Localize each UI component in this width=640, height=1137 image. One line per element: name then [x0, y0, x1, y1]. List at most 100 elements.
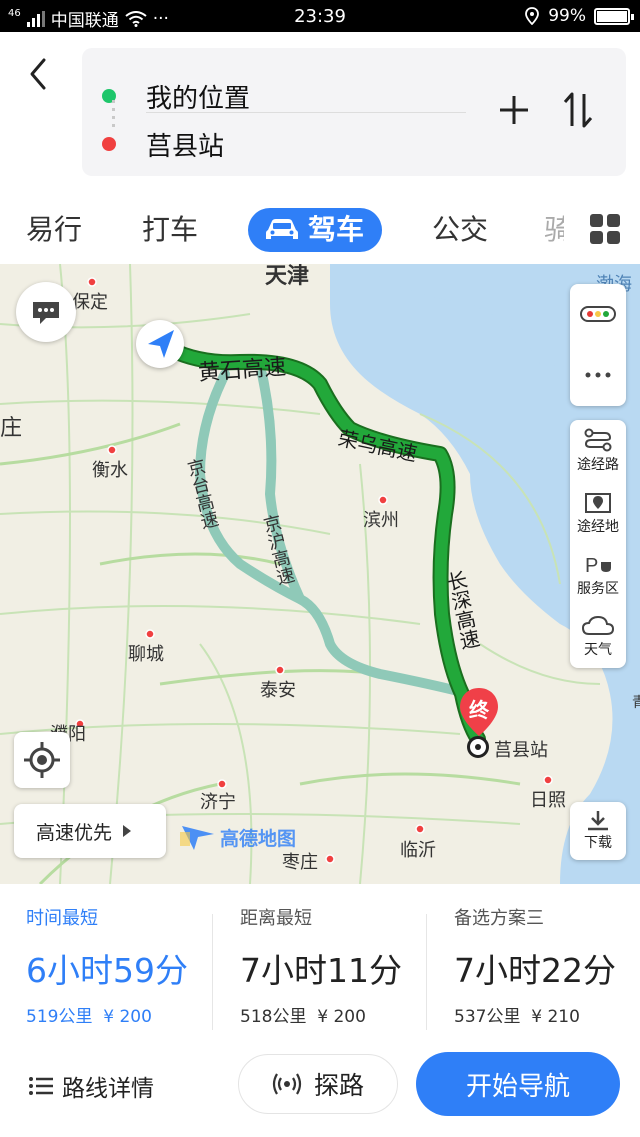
traffic-toggle[interactable]	[570, 284, 626, 344]
map-view[interactable]: 天津 保定 衡水 滨州 聊城 泰安 濮阳 济宁 日照 临沂 枣庄 渤海 庄 青 …	[0, 264, 640, 884]
locate-target-icon	[24, 742, 60, 778]
option-divider	[212, 914, 213, 1030]
battery-icon	[594, 7, 634, 25]
chat-bubble-icon	[33, 302, 59, 324]
route-option-title: 备选方案三	[454, 908, 544, 929]
more-options-button[interactable]	[570, 344, 626, 406]
feedback-button[interactable]	[16, 282, 76, 342]
route-input-box: 我的位置 莒县站	[82, 48, 626, 176]
back-arrow-icon[interactable]	[20, 54, 60, 94]
city-label-rizhao: 日照	[530, 790, 566, 811]
tool-via-place[interactable]: 途经地	[570, 482, 626, 544]
traffic-card	[570, 284, 626, 406]
download-icon	[588, 811, 608, 831]
svg-text:P: P	[585, 555, 598, 576]
city-label-qing: 青	[632, 695, 640, 711]
destination-point	[467, 736, 489, 758]
city-label-liaocheng: 聊城	[128, 644, 164, 665]
swap-icon[interactable]	[558, 88, 598, 132]
route-via-icon	[584, 428, 612, 452]
route-option-distance: 519公里	[26, 1007, 93, 1027]
start-point-label: 我的位置	[146, 83, 251, 114]
alternative-routes	[195, 369, 467, 697]
map-pin-icon	[585, 493, 611, 513]
tool-service-area-label: 服务区	[577, 581, 619, 597]
start-navigation-button[interactable]: 开始导航	[416, 1052, 620, 1116]
current-location-marker	[136, 320, 184, 368]
city-label-baoding: 保定	[72, 292, 108, 313]
tool-via-place-label: 途经地	[577, 519, 619, 535]
route-option-distance: 537公里	[454, 1007, 521, 1027]
cloud-icon	[581, 615, 615, 635]
battery-percent: 99%	[548, 6, 586, 26]
tool-service-area[interactable]: P 服务区	[570, 544, 626, 606]
route-option-cost: ¥ 200	[317, 1007, 366, 1027]
tab-cycling[interactable]: 骑	[544, 208, 564, 252]
option-divider	[426, 914, 427, 1030]
end-dot-icon	[102, 137, 116, 151]
route-option-cost: ¥ 200	[103, 1007, 152, 1027]
tab-bus[interactable]: 公交	[432, 208, 488, 252]
tool-via-road-label: 途经路	[577, 457, 619, 473]
tab-taxi[interactable]: 打车	[142, 208, 198, 252]
city-label-taian: 泰安	[260, 680, 296, 701]
radar-icon	[272, 1073, 302, 1095]
route-option-title: 时间最短	[26, 908, 98, 929]
route-option-time: 7小时22分	[454, 951, 616, 990]
highway-priority-button[interactable]: 高速优先	[14, 804, 166, 858]
destination-label: 莒县站	[494, 740, 548, 761]
city-label-linyi: 临沂	[400, 840, 436, 861]
navigation-arrow-icon	[148, 330, 174, 358]
bottom-action-bar: 路线详情 探路 开始导航	[0, 1034, 640, 1137]
route-option-fastest[interactable]: 时间最短 6小时59分 519公里 ¥ 200	[0, 898, 212, 1028]
tab-easy-travel[interactable]: 易行	[26, 208, 82, 252]
highway-priority-label: 高速优先	[36, 821, 113, 844]
probe-route-button[interactable]: 探路	[238, 1054, 398, 1114]
location-icon	[525, 7, 540, 25]
route-options: 时间最短 6小时59分 519公里 ¥ 200 距离最短 7小时11分 518公…	[0, 884, 640, 1034]
more-modes-grid-icon[interactable]	[590, 214, 620, 244]
route-option-alternative[interactable]: 备选方案三 7小时22分 537公里 ¥ 210	[428, 898, 640, 1028]
city-label-tianjin: 天津	[265, 264, 310, 289]
city-label-zhuang: 庄	[0, 416, 23, 441]
end-point-label: 莒县站	[146, 131, 225, 162]
route-option-title: 距离最短	[240, 908, 312, 929]
more-dots-icon	[585, 372, 611, 378]
amap-logo-icon	[180, 826, 214, 850]
car-icon	[266, 219, 298, 239]
route-option-shortest[interactable]: 距离最短 7小时11分 518公里 ¥ 200	[214, 898, 426, 1028]
locate-button[interactable]	[14, 732, 70, 788]
tab-drive-label: 驾车	[308, 213, 365, 246]
add-waypoint-icon[interactable]	[494, 90, 534, 130]
tool-via-road[interactable]: 途经路	[570, 420, 626, 482]
route-details-label: 路线详情	[62, 1076, 154, 1102]
service-area-icon: P	[585, 555, 611, 576]
end-point-field[interactable]: 莒县站	[102, 120, 224, 168]
city-label-binzhou: 滨州	[363, 510, 399, 531]
map-tools-panel: 途经路 途经地 P 服务区 天气	[570, 284, 626, 682]
route-details-button[interactable]: 路线详情	[28, 1066, 154, 1106]
destination-marker: 终	[457, 686, 501, 742]
download-label: 下载	[584, 835, 612, 851]
route-option-time: 7小时11分	[240, 951, 402, 990]
list-icon	[29, 1077, 53, 1095]
travel-mode-tabs: 易行 打车 驾车 公交 骑	[0, 192, 640, 264]
status-bar: 46 中国联通 ··· 23:39 99%	[0, 0, 640, 32]
route-option-cost: ¥ 210	[531, 1007, 580, 1027]
caret-right-icon	[123, 825, 132, 837]
tab-drive[interactable]: 驾车	[248, 208, 383, 252]
download-button[interactable]: 下载	[570, 802, 626, 860]
destination-pin-label: 终	[469, 698, 489, 722]
probe-route-label: 探路	[313, 1071, 364, 1100]
route-option-time: 6小时59分	[26, 951, 188, 990]
tool-weather[interactable]: 天气	[570, 606, 626, 668]
amap-logo-text: 高德地图	[220, 827, 297, 850]
tool-weather-label: 天气	[584, 642, 612, 658]
route-divider	[146, 112, 466, 113]
route-option-distance: 518公里	[240, 1007, 307, 1027]
amap-logo: 高德地图	[180, 822, 296, 852]
road-label-huangshi: 黄石高速	[197, 354, 287, 387]
route-header: 我的位置 莒县站	[0, 32, 640, 192]
traffic-light-icon	[580, 306, 616, 322]
city-label-jining: 济宁	[200, 792, 236, 813]
